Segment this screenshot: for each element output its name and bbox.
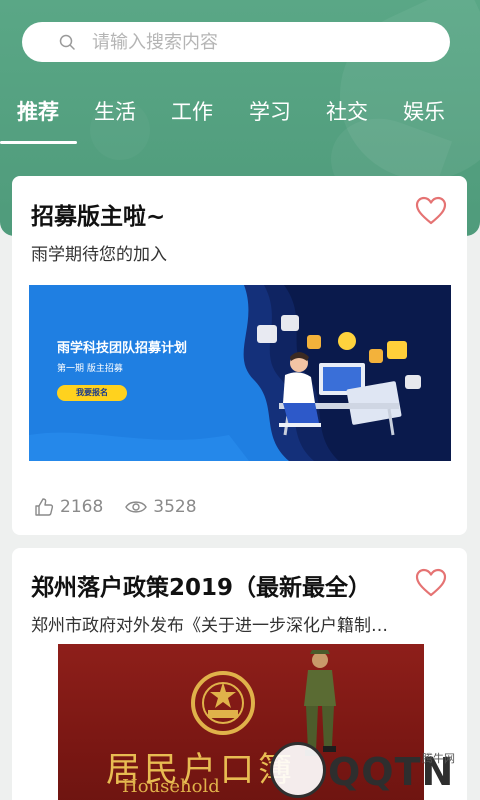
thumbs-up-icon xyxy=(35,498,54,516)
post-subtitle: 郑州市政府对外发布《关于进一步深化户籍制… xyxy=(31,616,388,636)
post-card[interactable]: 招募版主啦~ 雨学期待您的加入 雨学科技团队招募计划 第一期 版主招募 我要报名 xyxy=(12,176,467,535)
heart-icon[interactable] xyxy=(415,196,447,226)
search-bar[interactable] xyxy=(22,22,450,62)
active-tab-indicator xyxy=(0,141,77,144)
qqtn-logo-icon xyxy=(270,742,326,798)
category-tabs: 推荐 生活 工作 学习 社交 娱乐 xyxy=(0,94,480,144)
post-subtitle: 雨学期待您的加入 xyxy=(31,245,167,265)
heart-icon[interactable] xyxy=(415,568,447,598)
tab-social[interactable]: 社交 xyxy=(326,94,368,134)
banner-signup-button[interactable]: 我要报名 xyxy=(57,385,127,401)
tab-entertainment[interactable]: 娱乐 xyxy=(403,94,445,134)
post-stats: 2168 3528 xyxy=(34,494,219,520)
tab-recommended[interactable]: 推荐 xyxy=(17,94,59,134)
post-title: 郑州落户政策2019（最新最全） xyxy=(31,575,372,601)
tab-work[interactable]: 工作 xyxy=(171,94,213,134)
view-count: 3528 xyxy=(125,497,197,517)
site-watermark: QQTN 腾牛网 xyxy=(270,742,480,800)
search-input[interactable] xyxy=(92,27,432,57)
search-icon xyxy=(59,34,75,50)
post-banner-image[interactable]: 雨学科技团队招募计划 第一期 版主招募 我要报名 xyxy=(29,285,451,461)
household-book-english: Household xyxy=(122,776,220,797)
eye-icon xyxy=(125,501,148,513)
national-emblem-icon xyxy=(191,671,255,735)
watermark-small-text: 腾牛网 xyxy=(422,752,455,765)
tab-life[interactable]: 生活 xyxy=(94,94,136,134)
like-count[interactable]: 2168 xyxy=(34,497,103,517)
tab-study[interactable]: 学习 xyxy=(249,94,291,134)
view-count-value: 3528 xyxy=(153,497,197,517)
banner-subtitle: 第一期 版主招募 xyxy=(57,364,123,374)
developer-illustration xyxy=(257,315,421,436)
post-title: 招募版主啦~ xyxy=(31,204,166,230)
like-count-value: 2168 xyxy=(60,497,104,517)
banner-title: 雨学科技团队招募计划 xyxy=(57,341,188,356)
